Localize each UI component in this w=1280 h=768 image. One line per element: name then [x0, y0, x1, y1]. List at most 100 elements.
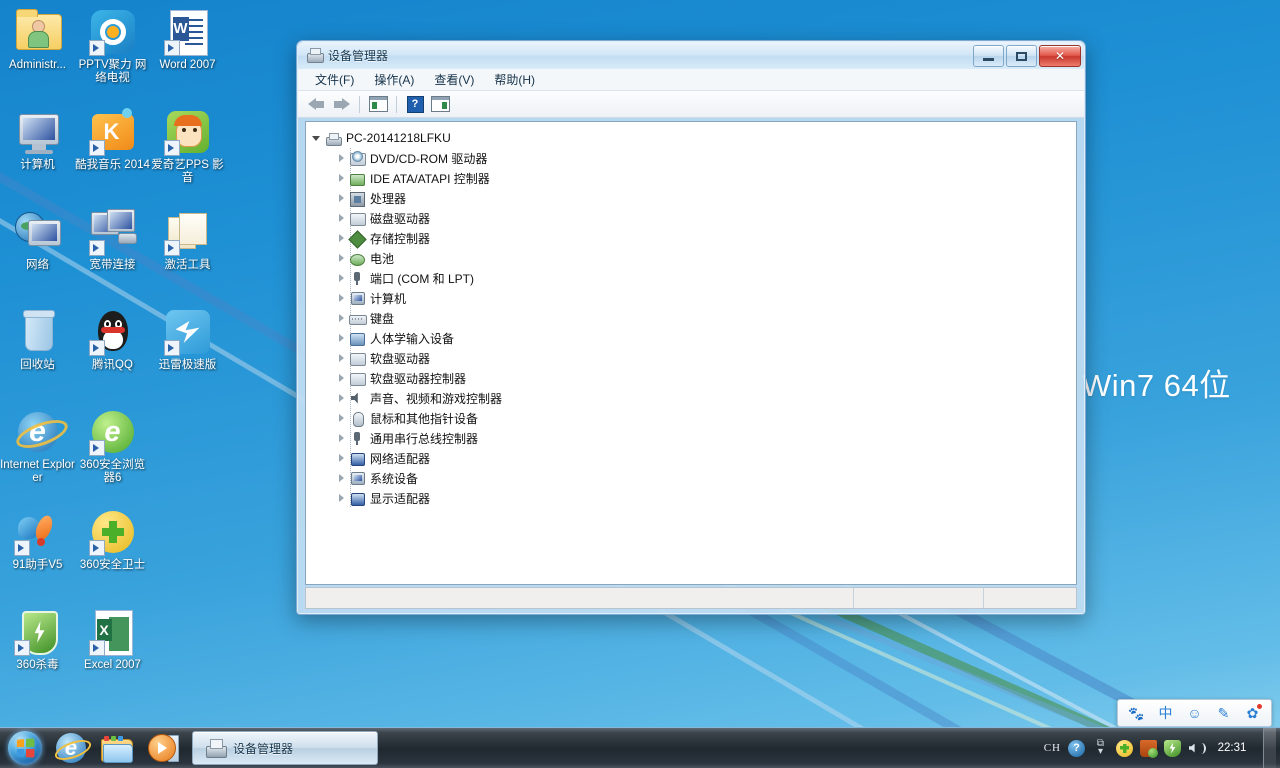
quicklaunch-internet-explorer[interactable]: e [48, 730, 94, 766]
desktop[interactable]: Win7 64位 Administr... PPTV聚力 网络电视 W Word… [0, 0, 1280, 768]
back-button[interactable] [305, 94, 327, 115]
expand-triangle-icon[interactable] [336, 333, 347, 344]
close-button[interactable]: ✕ [1039, 45, 1081, 67]
tree-node-computer[interactable]: 计算机 [336, 288, 1076, 308]
help-tray-icon[interactable]: ? [1068, 739, 1085, 757]
tree-node-ports[interactable]: 端口 (COM 和 LPT) [336, 268, 1076, 288]
ime-toolbar[interactable]: 🐾 中 ☺ ✎ ✿ [1117, 699, 1272, 727]
tree-node-processor[interactable]: 处理器 [336, 188, 1076, 208]
show-console-tree-button[interactable] [367, 94, 389, 115]
properties-button[interactable] [429, 94, 451, 115]
cleanup-tray-icon[interactable] [1140, 739, 1158, 758]
taskbar-clock[interactable]: 22:31 [1212, 728, 1252, 768]
360-safeguard-tray-icon[interactable] [1116, 739, 1133, 757]
expand-triangle-icon[interactable] [336, 353, 347, 364]
expand-triangle-icon[interactable] [312, 133, 323, 144]
desktop-icon-360-safeguard[interactable]: 360安全卫士 [75, 508, 150, 572]
chinese-mode-icon[interactable]: 中 [1157, 705, 1174, 722]
volume-icon[interactable] [1188, 740, 1206, 757]
taskbar-button-device-manager[interactable]: 设备管理器 [192, 731, 378, 765]
help-icon: ? [406, 95, 424, 113]
statusbar-pane-3 [984, 588, 1076, 608]
tree-node-mouse[interactable]: 鼠标和其他指针设备 [336, 408, 1076, 428]
desktop-icon-computer[interactable]: 计算机 [0, 108, 75, 172]
desktop-icon-pptv[interactable]: PPTV聚力 网络电视 [75, 8, 150, 85]
desktop-icon-recycle-bin[interactable]: 回收站 [0, 308, 75, 372]
tree-node-network-adapter[interactable]: 网络适配器 [336, 448, 1076, 468]
expand-triangle-icon[interactable] [336, 373, 347, 384]
device-manager-window[interactable]: 设备管理器 ✕ 文件(F) 操作(A) 查看(V) 帮助(H) ? PC-201… [296, 40, 1086, 615]
folder-stack-icon [163, 208, 212, 256]
settings-gear-icon[interactable]: ✿ [1244, 703, 1262, 722]
tree-node-dvd[interactable]: DVD/CD-ROM 驱动器 [336, 148, 1076, 168]
desktop-icon-internet-explorer[interactable]: e Internet Explorer [0, 408, 75, 485]
expand-triangle-icon[interactable] [336, 213, 347, 224]
tree-node-keyboard[interactable]: 键盘 [336, 308, 1076, 328]
tree-node-sound-video-game[interactable]: 声音、视频和游戏控制器 [336, 388, 1076, 408]
desktop-icon-kuwo[interactable]: K 酷我音乐 2014 [75, 108, 150, 172]
expand-triangle-icon[interactable] [336, 493, 347, 504]
desktop-icon-broadband[interactable]: 宽带连接 [75, 208, 150, 272]
expand-triangle-icon[interactable] [336, 253, 347, 264]
show-desktop-button[interactable] [1263, 728, 1276, 768]
desktop-icon-word2007[interactable]: W Word 2007 [150, 8, 225, 72]
taskbar[interactable]: e 设备管理器 CH ? ⧉ ▾ 22:31 [0, 727, 1280, 768]
expand-triangle-icon[interactable] [336, 193, 347, 204]
expand-triangle-icon[interactable] [336, 173, 347, 184]
expand-triangle-icon[interactable] [336, 233, 347, 244]
expand-triangle-icon[interactable] [336, 273, 347, 284]
start-button[interactable] [2, 730, 48, 766]
menu-action[interactable]: 操作(A) [365, 69, 423, 90]
360-antivirus-tray-icon[interactable] [1164, 739, 1181, 757]
menu-help[interactable]: 帮助(H) [485, 69, 544, 90]
91-assistant-icon [13, 508, 62, 556]
expand-triangle-icon[interactable] [336, 313, 347, 324]
expand-triangle-icon[interactable] [336, 293, 347, 304]
recycle-bin-icon [14, 308, 62, 356]
baidu-paw-icon[interactable]: 🐾 [1128, 705, 1145, 722]
tree-node-system-devices[interactable]: 系统设备 [336, 468, 1076, 488]
show-hidden-icons-icon[interactable]: ⧉ ▾ [1092, 738, 1109, 757]
window-titlebar[interactable]: 设备管理器 ✕ [298, 42, 1084, 69]
tree-node-disk-drives[interactable]: 磁盘驱动器 [336, 208, 1076, 228]
kuwo-music-icon: K [88, 108, 137, 156]
pen-input-icon[interactable]: ✎ [1215, 705, 1232, 722]
language-indicator[interactable]: CH [1044, 742, 1061, 754]
tree-node-hid[interactable]: 人体学输入设备 [336, 328, 1076, 348]
desktop-icon-91-assistant[interactable]: 91助手V5 [0, 508, 75, 572]
expand-triangle-icon[interactable] [336, 433, 347, 444]
quicklaunch-media-player[interactable] [140, 730, 186, 766]
desktop-icon-iqiyi-pps[interactable]: 爱奇艺PPS 影音 [150, 108, 225, 185]
desktop-icon-360-browser[interactable]: e 360安全浏览器6 [75, 408, 150, 485]
desktop-icon-network[interactable]: 网络 [0, 208, 75, 272]
help-button[interactable]: ? [404, 94, 426, 115]
forward-button[interactable] [330, 94, 352, 115]
desktop-icon-activation-tool[interactable]: 激活工具 [150, 208, 225, 272]
maximize-button[interactable] [1006, 45, 1037, 67]
desktop-icon-excel2007[interactable]: X Excel 2007 [75, 608, 150, 672]
tree-node-floppy-drive[interactable]: 软盘驱动器 [336, 348, 1076, 368]
tree-node-floppy-controller[interactable]: 软盘驱动器控制器 [336, 368, 1076, 388]
expand-triangle-icon[interactable] [336, 153, 347, 164]
expand-triangle-icon[interactable] [336, 393, 347, 404]
computer-root-icon [325, 131, 342, 146]
tree-node-storage-controllers[interactable]: 存储控制器 [336, 228, 1076, 249]
device-tree-pane[interactable]: PC-20141218LFKU DVD/CD-ROM 驱动器 IDE ATA/A… [305, 121, 1077, 585]
desktop-icon-thunder[interactable]: 迅雷极速版 [150, 308, 225, 372]
desktop-icon-360-antivirus[interactable]: 360杀毒 [0, 608, 75, 672]
tree-node-battery[interactable]: 电池 [336, 248, 1076, 268]
menu-view[interactable]: 查看(V) [425, 69, 483, 90]
quicklaunch-windows-explorer[interactable] [94, 730, 140, 766]
minimize-button[interactable] [973, 45, 1004, 67]
expand-triangle-icon[interactable] [336, 453, 347, 464]
tree-node-ide-controller[interactable]: IDE ATA/ATAPI 控制器 [336, 168, 1076, 188]
tree-node-display-adapter[interactable]: 显示适配器 [336, 488, 1076, 508]
desktop-icon-administrator[interactable]: Administr... [0, 8, 75, 72]
expand-triangle-icon[interactable] [336, 413, 347, 424]
expand-triangle-icon[interactable] [336, 473, 347, 484]
tree-root-node[interactable]: PC-20141218LFKU [312, 128, 1076, 148]
emoji-icon[interactable]: ☺ [1186, 705, 1203, 722]
tree-node-usb[interactable]: 通用串行总线控制器 [336, 428, 1076, 448]
desktop-icon-tencent-qq[interactable]: 腾讯QQ [75, 308, 150, 372]
menu-file[interactable]: 文件(F) [306, 69, 363, 90]
